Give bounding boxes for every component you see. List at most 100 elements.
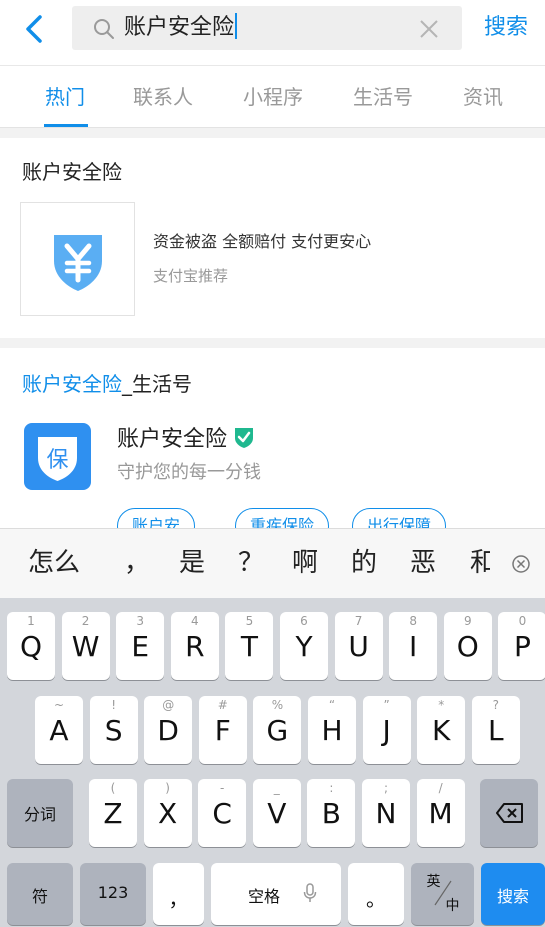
key-hint: _ (273, 781, 280, 795)
backspace-key[interactable] (480, 779, 538, 847)
key-letter: R (185, 630, 205, 663)
tab-news[interactable]: 资讯 (463, 84, 503, 110)
search-query-text: 账户安全险 (124, 12, 238, 44)
candidate-word[interactable]: 恶 (410, 546, 436, 580)
shield-bao-icon: 保 (38, 437, 77, 481)
symbol-key[interactable]: 符 (7, 863, 73, 925)
slash-divider-icon (434, 880, 452, 906)
key-g[interactable]: % G (253, 696, 302, 764)
product-title: 账户安全险 (22, 160, 122, 184)
key-hint: 7 (354, 614, 363, 628)
key-hint: ~ (53, 698, 65, 712)
search-submit-key[interactable]: 搜索 (481, 863, 545, 925)
tab-life-accounts[interactable]: 生活号 (353, 84, 413, 110)
key-m[interactable]: / M (416, 779, 465, 847)
active-tab-indicator (44, 124, 88, 127)
key-z[interactable]: (Z (89, 779, 137, 847)
key-hint: ? (492, 698, 499, 712)
search-input[interactable]: 账户安全险 (72, 6, 462, 50)
key-y[interactable]: 6Y (280, 612, 328, 680)
key-letter: A (49, 714, 69, 747)
key-b[interactable]: :B (307, 779, 356, 847)
candidate-word[interactable]: ， (124, 546, 150, 580)
language-switch-key[interactable]: 英 中 (411, 863, 474, 925)
key-u[interactable]: 7U (334, 612, 383, 680)
key-hint: 0 (518, 614, 527, 628)
key-letter: J (382, 714, 391, 747)
life-account-chip[interactable]: 重疾保险 (235, 508, 330, 528)
key-hint: - (220, 781, 225, 795)
tab-mini-programs[interactable]: 小程序 (243, 84, 303, 110)
space-key[interactable]: 空格 (211, 863, 341, 925)
key-hint: “ (328, 698, 336, 712)
product-thumbnail[interactable] (20, 202, 135, 316)
key-v[interactable]: _ V (252, 779, 301, 847)
key-n[interactable]: ; N (362, 779, 410, 847)
key-hint: : (329, 781, 334, 795)
key-letter: N (375, 797, 397, 830)
key-e[interactable]: 3E (116, 612, 165, 680)
key-f[interactable]: # F (198, 696, 247, 764)
section-divider (0, 338, 545, 348)
key-x[interactable]: ) X (143, 779, 192, 847)
product-source: 支付宝推荐 (153, 267, 229, 285)
back-arrow-icon[interactable] (18, 12, 52, 46)
key-w[interactable]: 2W (61, 612, 110, 680)
tab-contacts[interactable]: 联系人 (133, 84, 193, 110)
key-letter: T (240, 630, 258, 663)
life-account-chip[interactable]: 账户安 (117, 508, 196, 528)
candidate-word[interactable]: 啊 (292, 546, 318, 580)
key-hint: 2 (81, 614, 90, 628)
key-hint: ! (111, 698, 116, 712)
key-p[interactable]: 0P (498, 612, 545, 680)
product-result-card[interactable]: 账户安全险 资金被盗 全额赔付 支付更安心 支付宝推荐 (0, 138, 545, 338)
key-c[interactable]: -C (198, 779, 247, 847)
key-j[interactable]: ” J (362, 696, 411, 764)
comma-key[interactable]: ， (153, 863, 204, 925)
key-q[interactable]: 1Q (7, 612, 55, 680)
number-key[interactable]: 123 (80, 863, 146, 925)
svg-text:保: 保 (46, 448, 68, 473)
key-hint: 8 (409, 614, 417, 628)
key-letter: E (131, 630, 150, 663)
clear-icon[interactable] (416, 16, 442, 42)
microphone-icon (303, 883, 317, 902)
life-account-section-title: 账户安全险_生活号 (22, 372, 192, 396)
key-letter: P (513, 630, 531, 663)
key-h[interactable]: “H (308, 696, 356, 764)
key-hint: ; (383, 781, 389, 795)
close-candidates-icon[interactable] (510, 553, 532, 575)
key-hint: 9 (463, 614, 472, 628)
key-hint: 4 (190, 614, 199, 628)
key-d[interactable]: @ D (144, 696, 193, 764)
result-tabs: 热门 联系人 小程序 生活号 资讯 (0, 66, 545, 128)
key-hint: % (271, 698, 284, 712)
key-hint: 3 (136, 614, 144, 628)
key-r[interactable]: 4R (170, 612, 219, 680)
candidate-word[interactable]: 的 (351, 546, 377, 580)
key-letter: O (456, 630, 479, 663)
life-account-avatar[interactable]: 保 (24, 423, 91, 490)
key-i[interactable]: 8I (389, 612, 438, 680)
key-k[interactable]: * K (417, 696, 466, 764)
candidate-word[interactable]: ？ (238, 546, 264, 580)
life-account-slogan: 守护您的每一分钱 (117, 462, 261, 483)
candidate-word[interactable]: 是 (179, 546, 205, 580)
key-o[interactable]: 9O (443, 612, 492, 680)
candidate-word[interactable]: 和 (470, 546, 490, 580)
key-letter: U (348, 630, 369, 663)
candidate-word[interactable]: 怎么 (28, 546, 80, 580)
key-letter: S (104, 714, 123, 747)
key-l[interactable]: ? L (471, 696, 520, 764)
tab-hot[interactable]: 热门 (45, 84, 85, 110)
key-s[interactable]: ! S (89, 696, 138, 764)
life-account-chip[interactable]: 出行保障 (352, 508, 447, 528)
segment-key[interactable]: 分词 (7, 779, 73, 847)
key-t[interactable]: 5T (225, 612, 274, 680)
key-hint: / (438, 781, 443, 795)
search-button[interactable]: 搜索 (484, 12, 528, 44)
life-account-name[interactable]: 账户安全险 (117, 425, 255, 455)
key-letter: Z (103, 797, 123, 830)
key-a[interactable]: ~ A (35, 696, 83, 764)
key-hint: ( (110, 781, 116, 795)
